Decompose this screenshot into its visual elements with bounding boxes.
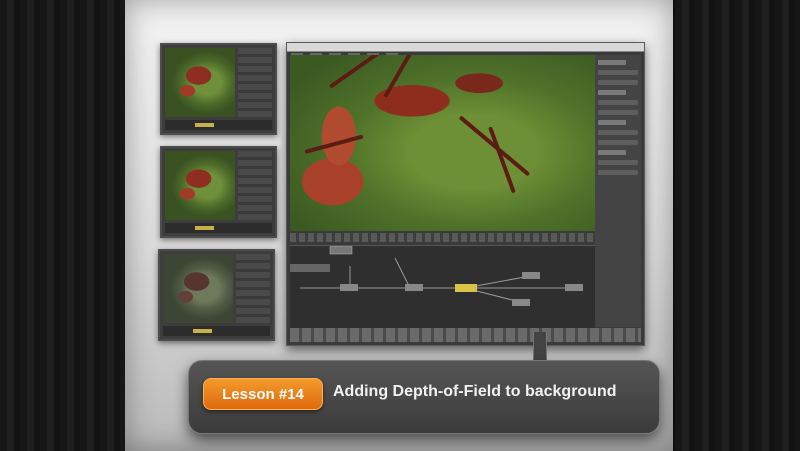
thumbnail-screenshot-1 [160,43,277,135]
thumbnail-viewer [165,48,236,117]
flow-node-selected [455,284,477,292]
thumbnail-viewer [163,254,234,323]
flow-node [329,245,353,255]
thumbnail-panel [236,254,270,323]
thumbnail-screenshot-2 [160,146,277,238]
lesson-number-badge: Lesson #14 [203,378,323,410]
thumbnail-panel [238,48,272,117]
ant-leg-shape [328,55,389,89]
flow-node [340,284,358,291]
right-backdrop-bars [675,0,800,451]
lesson-title: Adding Depth-of-Field to background [333,383,617,400]
flow-node [405,284,423,291]
node-flow-editor [290,245,595,328]
thumbnail-panel [238,151,272,220]
render-viewer [290,55,595,231]
callout-connector [533,332,547,362]
main-app-screenshot [286,42,645,346]
thumbnail-screenshot-3 [158,249,275,341]
inspector-panel [595,55,641,327]
flow-node [565,284,583,291]
thumbnail-timeline [165,223,272,233]
thumbnail-timeline [165,120,272,130]
left-backdrop-bars [0,0,125,451]
flow-node [512,299,530,306]
flow-node [290,264,330,272]
thumbnail-viewer [165,151,236,220]
transport-bar [290,328,641,342]
app-menubar [287,43,644,56]
node-graph [290,245,583,306]
viewer-toolbar [290,233,595,242]
ant-leg-shape [304,134,364,154]
ant-leg-shape [383,55,427,98]
flow-node [522,272,540,279]
thumbnail-timeline [163,326,270,336]
